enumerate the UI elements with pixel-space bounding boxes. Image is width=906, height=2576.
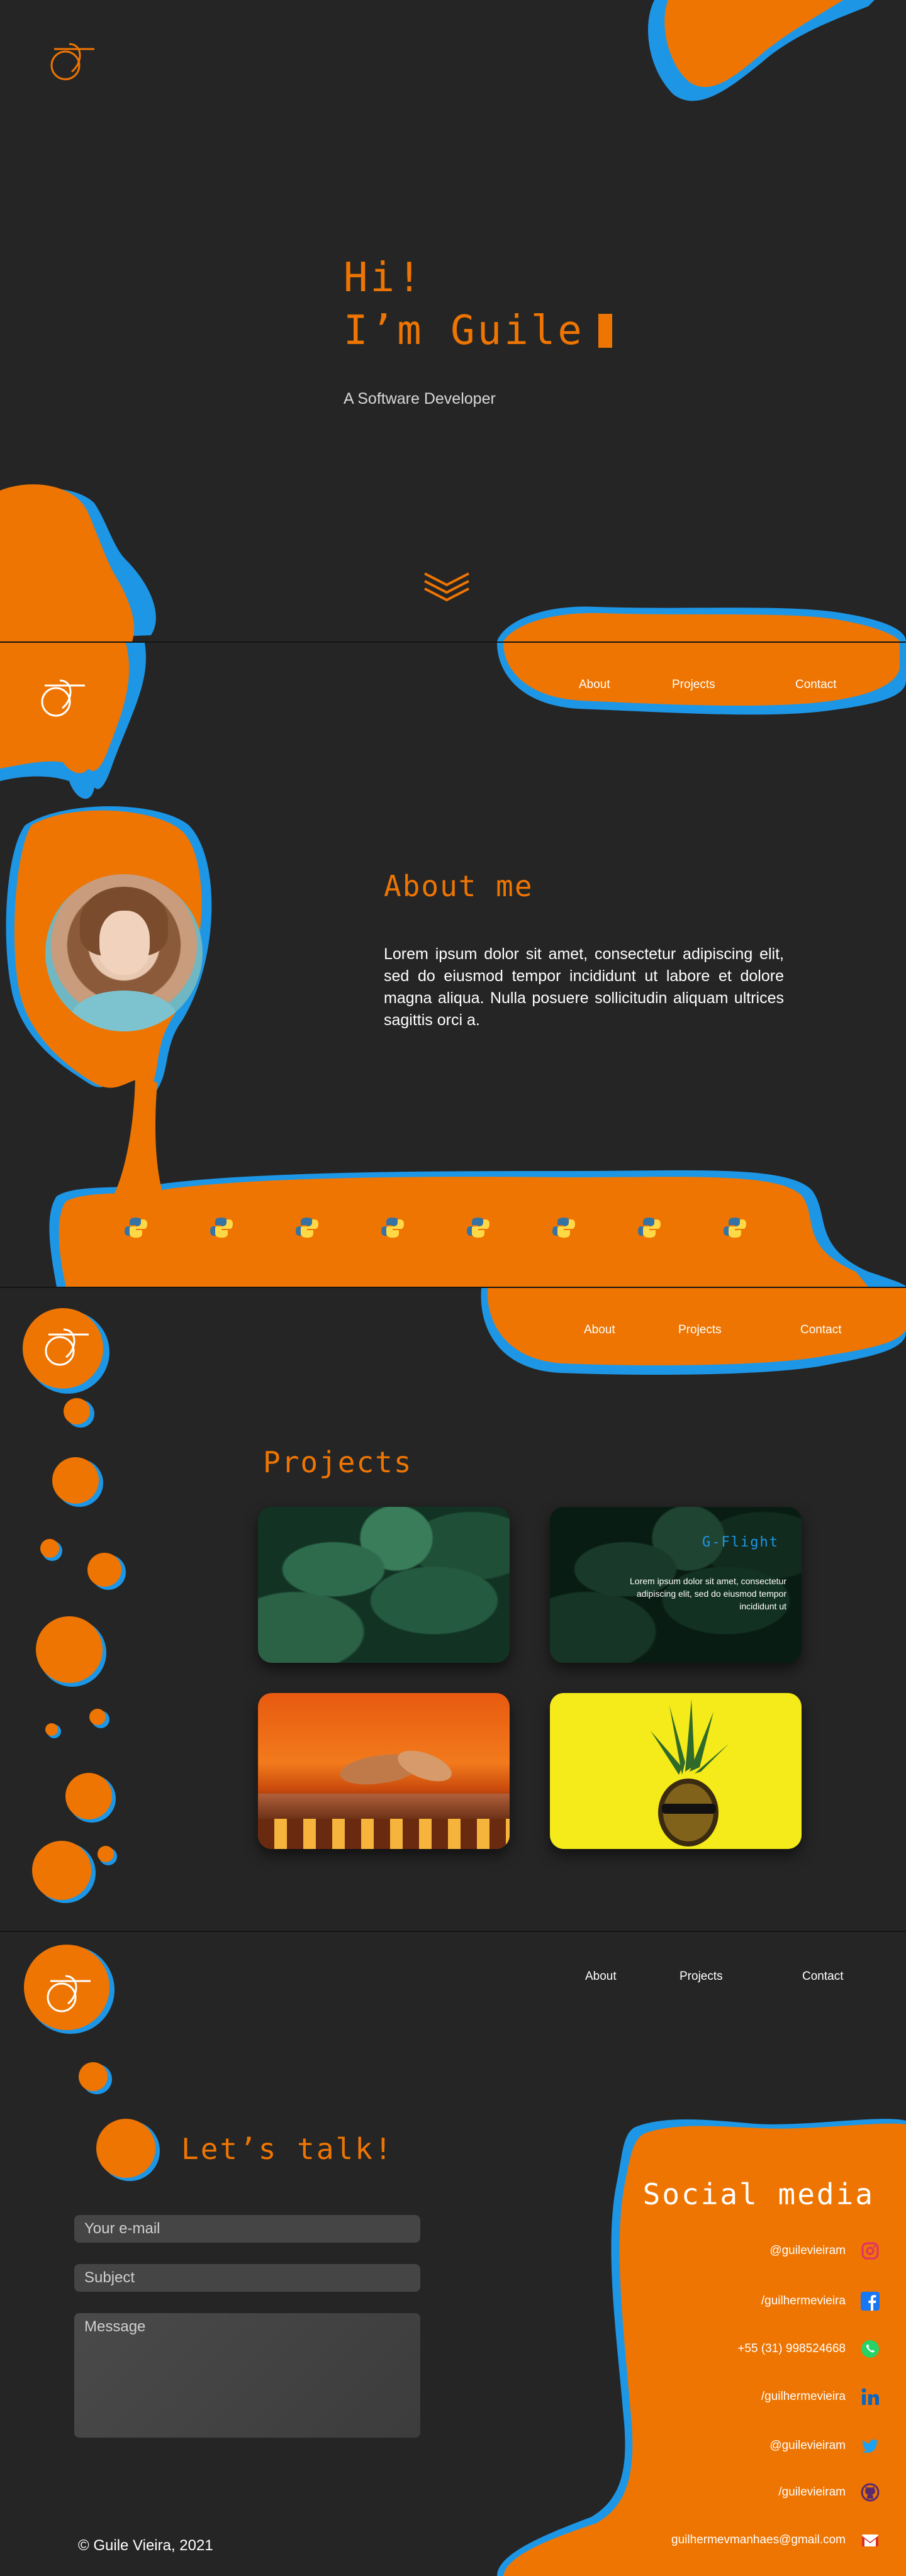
gmail-icon bbox=[859, 2529, 881, 2551]
python-icon bbox=[294, 1215, 320, 1240]
social-row-facebook[interactable]: /guilhermevieira bbox=[761, 2290, 881, 2312]
hero-greeting: Hi! I’m Guile bbox=[344, 252, 612, 357]
skills-row bbox=[123, 1215, 752, 1240]
social-row-twitter[interactable]: @guilevieiram bbox=[769, 2435, 881, 2457]
project-card[interactable]: G-Flight Lorem ipsum dolor sit amet, con… bbox=[550, 1507, 802, 1663]
projects-title: Projects bbox=[263, 1445, 413, 1479]
email-field[interactable] bbox=[74, 2215, 420, 2243]
about-section: About Projects Contact About me Lorem ip… bbox=[0, 643, 906, 1287]
pineapple-photo bbox=[550, 1693, 802, 1849]
nav-about-link[interactable]: About bbox=[584, 1323, 615, 1337]
social-row-instagram[interactable]: @guilevieiram bbox=[769, 2240, 881, 2262]
python-icon bbox=[466, 1215, 491, 1240]
hero-section: Hi! I’m Guile A Software Developer bbox=[0, 0, 906, 641]
hero-line-2: I’m Guile bbox=[344, 308, 584, 354]
project-card[interactable] bbox=[258, 1693, 510, 1849]
nav-projects-link[interactable]: Projects bbox=[680, 1970, 723, 1984]
linkedin-icon bbox=[859, 2386, 881, 2407]
contact-section: About Projects Contact Let’s talk! Socia… bbox=[0, 1932, 906, 2576]
profile-photo bbox=[45, 874, 203, 1031]
nav-contact-link[interactable]: Contact bbox=[800, 1323, 841, 1337]
message-field[interactable] bbox=[74, 2313, 420, 2438]
social-handle: @guilevieiram bbox=[769, 2439, 846, 2452]
subject-field[interactable] bbox=[74, 2264, 420, 2292]
project-card[interactable] bbox=[550, 1693, 802, 1849]
contact-title: Let’s talk! bbox=[181, 2132, 394, 2166]
typing-cursor bbox=[598, 314, 612, 348]
nav-contact-link[interactable]: Contact bbox=[802, 1970, 843, 1984]
social-row-github[interactable]: /guilevieiram bbox=[778, 2482, 881, 2503]
hero-subtitle: A Software Developer bbox=[344, 390, 496, 408]
leaves-photo bbox=[258, 1507, 510, 1663]
python-icon bbox=[380, 1215, 405, 1240]
social-handle: +55 (31) 998524668 bbox=[737, 2342, 846, 2355]
logo-icon[interactable] bbox=[45, 38, 108, 88]
whatsapp-icon bbox=[859, 2338, 881, 2360]
facebook-icon bbox=[859, 2290, 881, 2312]
hero-line-1: Hi! bbox=[344, 255, 424, 301]
social-media-title: Social media bbox=[642, 2177, 875, 2211]
social-handle: @guilevieiram bbox=[769, 2244, 846, 2257]
project-card[interactable] bbox=[258, 1507, 510, 1663]
project-description: Lorem ipsum dolor sit amet, consectetur … bbox=[630, 1576, 786, 1611]
nav-about-link[interactable]: About bbox=[579, 678, 610, 692]
social-handle: guilhermevmanhaes@gmail.com bbox=[671, 2533, 846, 2546]
nav-projects-link[interactable]: Projects bbox=[678, 1323, 722, 1337]
squirrel-photo bbox=[258, 1693, 510, 1849]
python-icon bbox=[551, 1215, 576, 1240]
project-title: G-Flight bbox=[702, 1535, 779, 1550]
instagram-icon bbox=[859, 2240, 881, 2262]
social-handle: /guilevieiram bbox=[778, 2485, 846, 2499]
nav-contact-link[interactable]: Contact bbox=[795, 678, 836, 692]
projects-section: About Projects Contact Projects G-Flight… bbox=[0, 1288, 906, 1931]
social-handle: /guilhermevieira bbox=[761, 2390, 846, 2403]
about-text: Lorem ipsum dolor sit amet, consectetur … bbox=[384, 945, 784, 1029]
social-row-whatsapp[interactable]: +55 (31) 998524668 bbox=[737, 2338, 881, 2360]
python-icon bbox=[637, 1215, 662, 1240]
twitter-icon bbox=[859, 2435, 881, 2457]
logo-icon[interactable] bbox=[35, 673, 98, 723]
social-row-linkedin[interactable]: /guilhermevieira bbox=[761, 2386, 881, 2407]
social-handle: /guilhermevieira bbox=[761, 2294, 846, 2307]
nav-about-link[interactable]: About bbox=[585, 1970, 617, 1984]
nav-projects-link[interactable]: Projects bbox=[672, 678, 715, 692]
footer-copyright: © Guile Vieira, 2021 bbox=[78, 2537, 213, 2554]
about-title: About me bbox=[384, 869, 534, 903]
social-row-gmail[interactable]: guilhermevmanhaes@gmail.com bbox=[671, 2529, 881, 2551]
scroll-down-icon bbox=[424, 572, 469, 602]
python-icon bbox=[209, 1215, 234, 1240]
logo-icon[interactable] bbox=[35, 1322, 98, 1372]
github-icon bbox=[859, 2482, 881, 2503]
python-icon bbox=[123, 1215, 148, 1240]
logo-icon[interactable] bbox=[36, 1970, 99, 2020]
python-icon bbox=[722, 1215, 747, 1240]
